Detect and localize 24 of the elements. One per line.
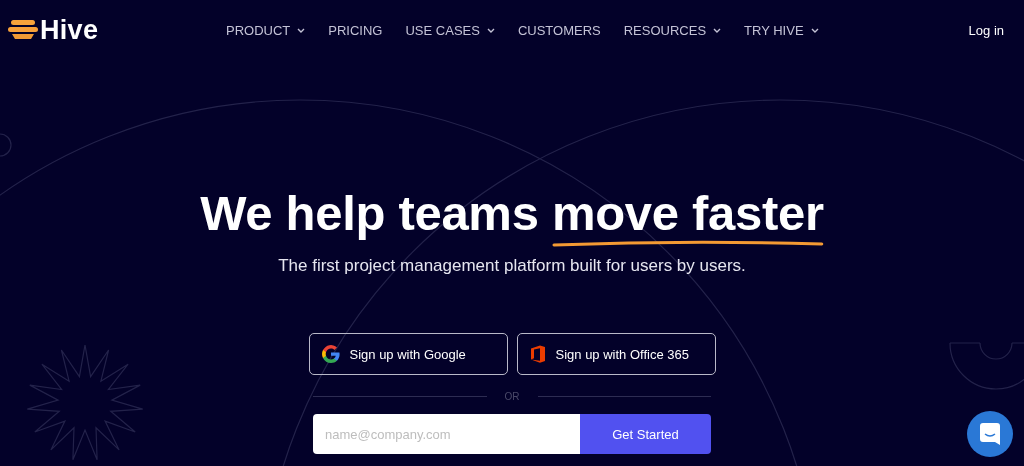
chevron-down-icon: [713, 27, 722, 33]
hero-subtitle: The first project management platform built for users by users.: [278, 256, 746, 276]
google-icon: [321, 345, 340, 363]
logo-text: Hive: [40, 14, 99, 46]
hero-headline: We help teams move faster: [200, 184, 824, 250]
nav-link[interactable]: PRODUCT: [226, 22, 306, 38]
office-signup-button[interactable]: Sign up with Office 365: [516, 333, 716, 375]
nav-link[interactable]: TRY HIVE: [744, 22, 819, 38]
logo-icon: [8, 18, 38, 42]
chevron-down-icon: [810, 27, 819, 33]
nav-link[interactable]: CUSTOMERS: [517, 22, 601, 38]
nav-link[interactable]: PRICING: [328, 22, 383, 38]
email-field[interactable]: name@company.com: [313, 414, 580, 454]
office-icon: [529, 345, 546, 363]
chevron-down-icon: [297, 27, 306, 33]
chat-icon: [980, 423, 1000, 445]
nav-link[interactable]: RESOURCES: [623, 22, 722, 38]
chevron-down-icon: [486, 27, 495, 33]
divider-label: OR: [504, 391, 520, 402]
nav-link[interactable]: USE CASES: [405, 22, 495, 38]
chat-button[interactable]: [967, 411, 1013, 457]
get-started-button[interactable]: Get Started: [580, 414, 711, 454]
google-signup-button[interactable]: Sign up with Google: [308, 333, 508, 375]
login-link[interactable]: Log in: [968, 22, 1004, 38]
